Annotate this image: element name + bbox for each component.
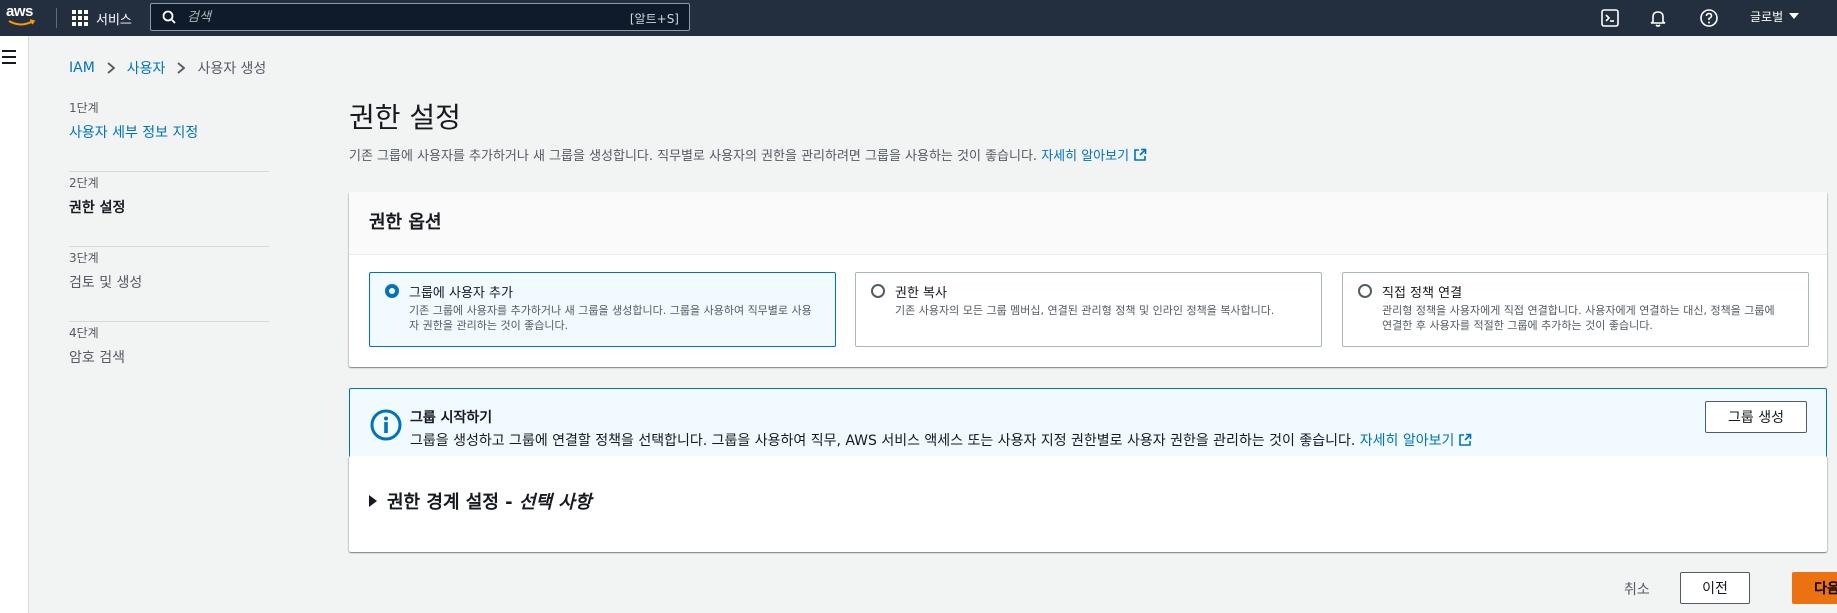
wizard-step-4: 4단계 암호 검색	[69, 322, 269, 397]
step-name: 암호 검색	[69, 350, 125, 366]
option-title: 권한 복사	[895, 286, 947, 301]
nav-divider	[56, 8, 57, 28]
search-input[interactable]	[187, 7, 567, 27]
wizard-step-3: 3단계 검토 및 생성	[69, 247, 269, 322]
alert-learn-more-link[interactable]: 자세히 알아보기	[1360, 433, 1473, 449]
breadcrumb-iam[interactable]: IAM	[69, 60, 95, 76]
radio-button[interactable]	[385, 284, 399, 298]
aws-logo[interactable]: aws	[6, 4, 40, 30]
breadcrumb: IAM 사용자 사용자 생성	[69, 58, 266, 78]
wizard-step-2: 2단계 권한 설정	[69, 172, 269, 247]
wizard-steps: 1단계 사용자 세부 정보 지정 2단계 권한 설정 3단계 검토 및 생성 4…	[69, 97, 269, 397]
permission-options-panel: 권한 옵션 그룹에 사용자 추가 기존 그룹에 사용자를 추가하거나 새 그룹을…	[349, 192, 1827, 367]
step-name: 권한 설정	[69, 200, 126, 216]
region-label: 글로벌	[1750, 9, 1784, 24]
option-attach-policies[interactable]: 직접 정책 연결 관리형 정책을 사용자에게 직접 연결합니다. 사용자에게 연…	[1342, 272, 1809, 347]
option-copy-permissions[interactable]: 권한 복사 기존 사용자의 모든 그룹 멤버십, 연결된 관리형 정책 및 인라…	[855, 272, 1322, 347]
external-link-icon	[1134, 148, 1147, 161]
breadcrumb-current: 사용자 생성	[197, 61, 267, 77]
breadcrumb-users[interactable]: 사용자	[127, 58, 166, 78]
menu-icon[interactable]	[2, 50, 16, 68]
aws-logo-text: aws	[6, 3, 33, 20]
grid-icon	[72, 10, 88, 26]
search-shortcut: [알트+S]	[629, 12, 679, 26]
alert-description: 그룹을 생성하고 그룹에 연결할 정책을 선택합니다. 그룹을 사용하여 직무,…	[410, 430, 1472, 450]
option-title: 직접 정책 연결	[1382, 286, 1463, 301]
alert-description-text: 그룹을 생성하고 그룹에 연결할 정책을 선택합니다. 그룹을 사용하여 직무,…	[410, 433, 1356, 449]
permissions-boundary-panel: 권한 경계 설정 - 선택 사항	[349, 456, 1827, 552]
step-name[interactable]: 사용자 세부 정보 지정	[69, 122, 269, 142]
create-group-button[interactable]: 그룹 생성	[1705, 401, 1807, 433]
permissions-boundary-toggle[interactable]: 권한 경계 설정 - 선택 사항	[369, 488, 591, 514]
option-description: 기존 사용자의 모든 그룹 멤버십, 연결된 관리형 정책 및 인라인 정책을 …	[895, 304, 1275, 317]
learn-more-link[interactable]: 자세히 알아보기	[1041, 148, 1147, 164]
step-number: 3단계	[69, 251, 99, 265]
step-number: 1단계	[69, 101, 99, 115]
cancel-button[interactable]: 취소	[1624, 579, 1650, 599]
alert-title: 그룹 시작하기	[410, 410, 493, 426]
chevron-right-icon	[107, 62, 115, 74]
caret-right-icon	[369, 495, 377, 507]
alert-learn-more-label: 자세히 알아보기	[1359, 433, 1455, 449]
top-navigation: aws 서비스 [알트+S] 글로벌	[0, 0, 1837, 36]
services-label: 서비스	[96, 12, 132, 28]
wizard-step-1[interactable]: 1단계 사용자 세부 정보 지정	[69, 97, 269, 172]
page-title: 권한 설정	[349, 101, 461, 134]
option-add-to-group[interactable]: 그룹에 사용자 추가 기존 그룹에 사용자를 추가하거나 새 그룹을 생성합니다…	[369, 272, 836, 347]
info-icon	[370, 409, 402, 441]
services-menu-button[interactable]: 서비스	[72, 0, 132, 36]
notifications-icon[interactable]	[1648, 8, 1668, 28]
learn-more-label: 자세히 알아보기	[1041, 149, 1130, 164]
side-rail	[0, 36, 29, 613]
cloudshell-icon[interactable]	[1600, 8, 1620, 28]
region-selector[interactable]: 글로벌	[1750, 0, 1800, 32]
radio-button[interactable]	[871, 284, 885, 298]
step-number: 4단계	[69, 326, 99, 340]
help-icon[interactable]	[1699, 8, 1719, 28]
search-box[interactable]: [알트+S]	[150, 3, 690, 31]
step-number: 2단계	[69, 176, 99, 190]
boundary-title-text: 권한 경계 설정 -	[387, 492, 519, 513]
option-title: 그룹에 사용자 추가	[409, 286, 513, 301]
boundary-optional-label: 선택 사항	[518, 492, 592, 513]
page-description-text: 기존 그룹에 사용자를 추가하거나 새 그룹을 생성합니다. 직무별로 사용자의…	[349, 149, 1038, 164]
caret-down-icon	[1789, 13, 1800, 19]
boundary-title: 권한 경계 설정 - 선택 사항	[387, 488, 591, 514]
radio-button[interactable]	[1358, 284, 1372, 298]
option-description: 기존 그룹에 사용자를 추가하거나 새 그룹을 생성합니다. 그룹을 사용하여 …	[409, 304, 812, 332]
option-description: 관리형 정책을 사용자에게 직접 연결합니다. 사용자에게 연결하는 대신, 정…	[1382, 304, 1775, 332]
page-description: 기존 그룹에 사용자를 추가하거나 새 그룹을 생성합니다. 직무별로 사용자의…	[349, 145, 1147, 164]
external-link-icon	[1459, 433, 1472, 446]
aws-smile-icon	[8, 19, 36, 26]
panel-header: 권한 옵션	[349, 192, 1827, 255]
next-button[interactable]: 다음	[1792, 572, 1837, 604]
search-icon	[162, 10, 176, 24]
previous-button[interactable]: 이전	[1680, 572, 1750, 604]
step-name: 검토 및 생성	[69, 275, 143, 291]
chevron-right-icon	[177, 62, 186, 74]
